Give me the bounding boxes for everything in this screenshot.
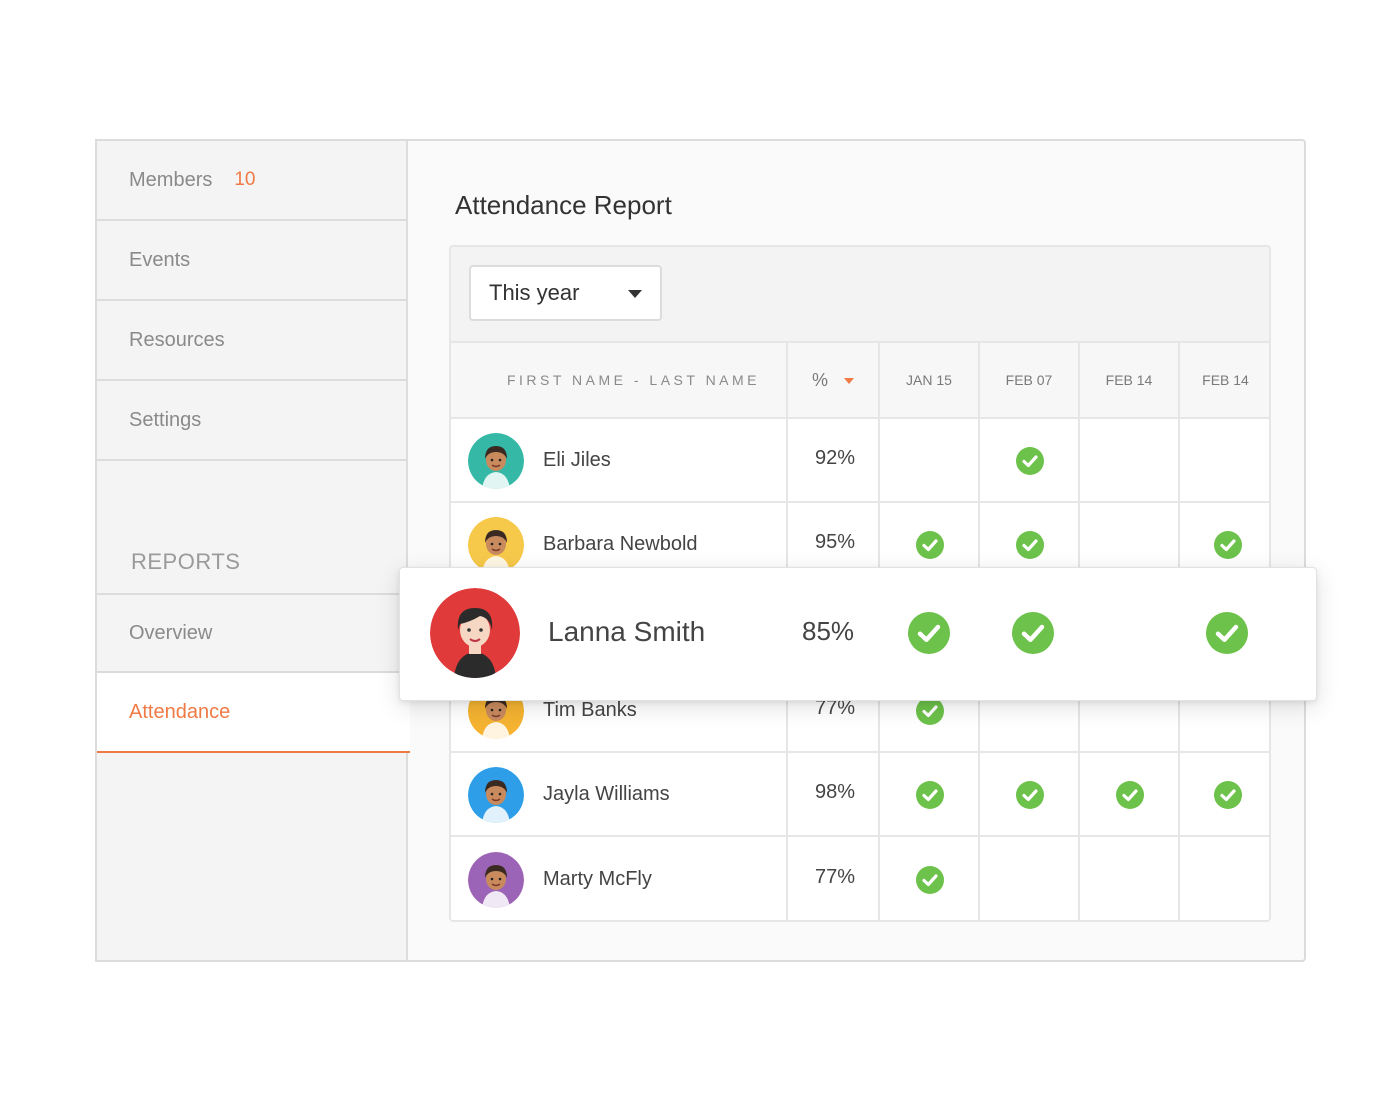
period-select[interactable]: This year bbox=[469, 265, 662, 321]
sidebar-item-overview[interactable]: Overview bbox=[97, 593, 408, 673]
column-header-date-label: FEB 14 bbox=[1202, 372, 1249, 388]
avatar bbox=[430, 588, 520, 678]
attendance-percent: 95% bbox=[815, 531, 856, 553]
member-name: Tim Banks bbox=[543, 699, 637, 721]
sort-desc-icon bbox=[844, 378, 855, 384]
attendance-cell[interactable] bbox=[880, 419, 980, 501]
column-header-percent[interactable]: % bbox=[788, 343, 880, 417]
highlighted-member-row[interactable]: Lanna Smith 85% bbox=[399, 567, 1317, 701]
avatar bbox=[468, 767, 524, 823]
check-icon bbox=[916, 697, 944, 725]
table-row[interactable]: Jayla Williams 98% bbox=[451, 753, 1269, 837]
sidebar-item-settings[interactable]: Settings bbox=[97, 381, 408, 461]
attendance-cell[interactable] bbox=[880, 753, 980, 835]
check-icon bbox=[1116, 781, 1144, 809]
table-row[interactable]: Marty McFly 77% bbox=[451, 837, 1269, 920]
attendance-cell[interactable] bbox=[980, 753, 1080, 835]
sidebar-item-label: Resources bbox=[129, 328, 225, 351]
reports-section-label: REPORTS bbox=[131, 549, 241, 574]
avatar bbox=[468, 433, 524, 489]
column-header-date-label: FEB 07 bbox=[1005, 372, 1053, 388]
check-icon bbox=[908, 612, 950, 654]
sidebar: Members 10 Events Resources Settings REP… bbox=[95, 139, 410, 962]
check-icon bbox=[1016, 781, 1044, 809]
attendance-cell[interactable] bbox=[1180, 753, 1269, 835]
check-icon bbox=[1016, 531, 1044, 559]
member-name: Marty McFly bbox=[543, 867, 652, 890]
page-title: Attendance Report bbox=[455, 190, 672, 220]
avatar bbox=[468, 517, 524, 573]
attendance-cell[interactable] bbox=[1180, 419, 1269, 501]
table-row[interactable]: Eli Jiles 92% bbox=[451, 419, 1269, 503]
percent-cell: 98% bbox=[788, 753, 880, 835]
highlighted-member-percent: 85% bbox=[802, 616, 855, 646]
member-name: Jayla Williams bbox=[543, 783, 670, 805]
sidebar-item-label: Attendance bbox=[129, 700, 231, 723]
column-header-percent-label: % bbox=[812, 369, 829, 390]
period-select-value: This year bbox=[489, 280, 580, 305]
attendance-cell[interactable] bbox=[880, 837, 980, 920]
avatar-illustration bbox=[468, 851, 524, 908]
member-name: Barbara Newbold bbox=[543, 533, 698, 555]
caret-down-icon bbox=[628, 290, 642, 298]
avatar-illustration bbox=[468, 517, 524, 573]
name-cell: Eli Jiles bbox=[451, 419, 788, 501]
sidebar-item-label: Members bbox=[129, 168, 213, 191]
check-icon bbox=[1206, 612, 1248, 654]
name-cell: Marty McFly bbox=[451, 837, 788, 920]
avatar-illustration bbox=[430, 588, 520, 678]
sidebar-item-events[interactable]: Events bbox=[97, 221, 408, 301]
check-icon bbox=[1213, 781, 1242, 809]
check-icon bbox=[1213, 531, 1242, 559]
check-icon bbox=[1016, 447, 1044, 475]
column-header-date[interactable]: FEB 07 bbox=[980, 343, 1080, 417]
column-header-name-label: FIRST NAME - LAST NAME bbox=[506, 372, 761, 388]
column-header-date[interactable]: FEB 14 bbox=[1180, 343, 1269, 417]
sidebar-item-attendance[interactable]: Attendance bbox=[97, 673, 410, 753]
check-icon bbox=[916, 531, 944, 559]
sidebar-item-label: Settings bbox=[129, 408, 202, 431]
column-header-date[interactable]: FEB 14 bbox=[1080, 343, 1180, 417]
attendance-cell[interactable] bbox=[1080, 837, 1180, 920]
avatar-illustration bbox=[468, 433, 524, 489]
check-icon bbox=[1012, 612, 1054, 654]
column-header-date-label: JAN 15 bbox=[906, 372, 952, 388]
members-count-badge: 10 bbox=[234, 169, 256, 190]
column-header-date[interactable]: JAN 15 bbox=[880, 343, 980, 417]
highlighted-member-name: Lanna Smith bbox=[548, 616, 706, 647]
attendance-cell[interactable] bbox=[1080, 753, 1180, 835]
sidebar-item-resources[interactable]: Resources bbox=[97, 301, 408, 381]
member-name: Eli Jiles bbox=[543, 449, 611, 471]
column-header-name[interactable]: FIRST NAME - LAST NAME bbox=[451, 343, 788, 417]
sidebar-item-label: Events bbox=[129, 248, 191, 271]
attendance-cell[interactable] bbox=[1180, 837, 1269, 920]
attendance-cell[interactable] bbox=[1080, 419, 1180, 501]
column-header-date-label: FEB 14 bbox=[1105, 372, 1153, 388]
name-cell: Jayla Williams bbox=[451, 753, 788, 835]
sidebar-item-label: Overview bbox=[129, 621, 213, 644]
attendance-cell[interactable] bbox=[980, 837, 1080, 920]
attendance-percent: 77% bbox=[815, 865, 856, 888]
check-icon bbox=[916, 781, 944, 809]
sidebar-item-members[interactable]: Members 10 bbox=[97, 141, 408, 221]
percent-cell: 77% bbox=[788, 837, 880, 920]
attendance-percent: 98% bbox=[815, 781, 856, 803]
table-header: FIRST NAME - LAST NAME % JAN 15 FEB 07 F… bbox=[451, 343, 1269, 419]
check-icon bbox=[916, 865, 944, 894]
avatar bbox=[468, 851, 524, 908]
percent-cell: 92% bbox=[788, 419, 880, 501]
attendance-cell[interactable] bbox=[980, 419, 1080, 501]
table-toolbar: This year bbox=[451, 247, 1269, 343]
avatar-illustration bbox=[468, 767, 524, 823]
attendance-percent: 92% bbox=[815, 447, 856, 469]
